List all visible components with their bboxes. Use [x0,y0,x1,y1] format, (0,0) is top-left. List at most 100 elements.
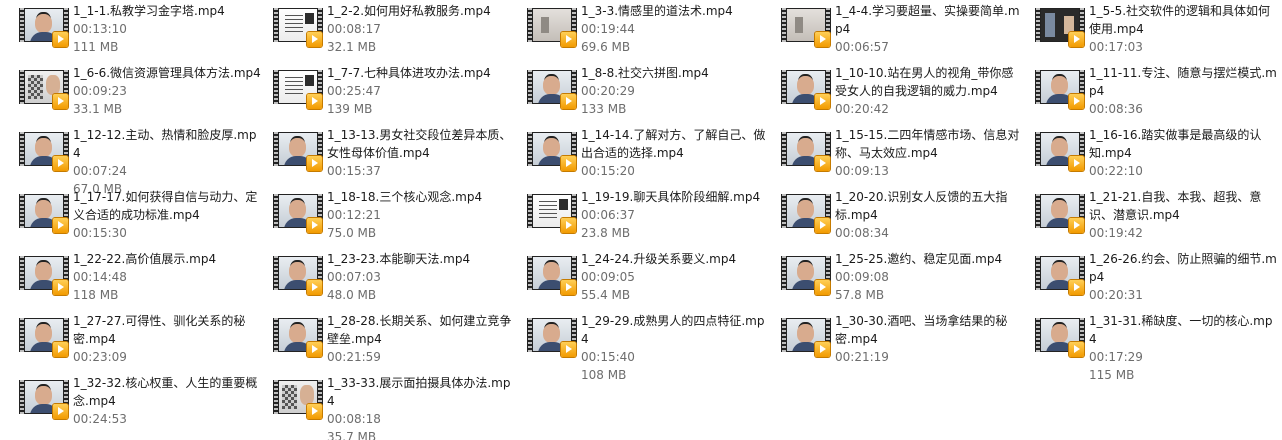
file-item[interactable]: 1_17-17.如何获得自信与动力、定义合适的成功标准.mp4 00:15:30 [2,188,257,244]
file-item[interactable]: 1_20-20.识别女人反馈的五大指标.mp4 00:08:34 [764,188,1018,244]
file-info: 1_29-29.成熟男人的四点特征.mp4 00:15:40 108 MB [581,312,769,384]
video-thumbnail [781,8,831,47]
file-info: 1_28-28.长期关系、如何建立竞争壁垒.mp4 00:21:59 [327,312,515,366]
file-name: 1_7-7.七种具体进攻办法.mp4 [327,66,491,80]
video-thumbnail [527,318,577,357]
film-perforation [782,8,786,42]
video-thumbnail [19,318,69,357]
file-item[interactable]: 1_13-13.男女社交段位差异本质、女性母体价值.mp4 00:15:37 [256,126,511,182]
file-duration: 00:15:30 [73,226,127,240]
play-icon [815,94,830,109]
file-item[interactable]: 1_27-27.可得性、驯化关系的秘密.mp4 00:23:09 [2,312,256,368]
file-item[interactable]: 1_3-3.情感里的道法术.mp4 00:19:44 69.6 MB [510,2,764,58]
file-item[interactable]: 1_14-14.了解对方、了解自己、做出合适的选择.mp4 00:15:20 [510,126,765,182]
file-info: 1_22-22.高价值展示.mp4 00:14:48 118 MB [73,250,261,304]
file-info: 1_2-2.如何用好私教服务.mp4 00:08:17 32.1 MB [327,2,515,56]
play-icon [53,156,68,171]
play-icon [53,94,68,109]
file-duration: 00:15:40 [581,350,635,364]
file-duration: 00:07:03 [327,270,381,284]
film-perforation [782,132,786,166]
file-size: 111 MB [73,40,119,54]
file-duration: 00:17:29 [1089,350,1143,364]
file-duration: 00:20:31 [1089,288,1143,302]
file-info: 1_8-8.社交六拼图.mp4 00:20:29 133 MB [581,64,769,118]
play-icon [307,280,322,295]
file-item[interactable]: 1_7-7.七种具体进攻办法.mp4 00:25:47 139 MB [256,64,510,120]
file-item[interactable]: 1_25-25.邀约、稳定见面.mp4 00:09:08 57.8 MB [764,250,1018,306]
file-info: 1_10-10.站在男人的视角_带你感受女人的自我逻辑的威力.mp4 00:20:… [835,64,1023,118]
video-thumbnail [527,70,577,109]
film-perforation [20,70,24,104]
file-item[interactable]: 1_12-12.主动、热情和脸皮厚.mp4 00:07:24 67.0 MB [2,126,256,196]
file-duration: 00:07:24 [73,164,127,178]
film-perforation [528,70,532,104]
film-perforation [528,318,532,352]
file-name: 1_19-19.聊天具体阶段细解.mp4 [581,190,761,204]
file-item[interactable]: 1_15-15.二四年情感市场、信息对称、马太效应.mp4 00:09:13 [764,126,1019,182]
film-perforation [20,8,24,42]
play-icon [561,218,576,233]
play-icon [53,404,68,419]
file-name: 1_31-31.稀缺度、一切的核心.mp4 [1089,314,1273,346]
file-item[interactable]: 1_23-23.本能聊天法.mp4 00:07:03 48.0 MB [256,250,510,306]
film-perforation [274,132,278,166]
file-item[interactable]: 1_31-31.稀缺度、一切的核心.mp4 00:17:29 115 MB [1018,312,1272,382]
file-item[interactable]: 1_29-29.成熟男人的四点特征.mp4 00:15:40 108 MB [510,312,764,382]
file-info: 1_31-31.稀缺度、一切的核心.mp4 00:17:29 115 MB [1089,312,1277,384]
file-size: 139 MB [327,102,373,116]
file-item[interactable]: 1_19-19.聊天具体阶段细解.mp4 00:06:37 23.8 MB [510,188,764,244]
file-item[interactable]: 1_26-26.约会、防止照骗的细节.mp4 00:20:31 [1018,250,1277,306]
play-icon [307,404,322,419]
file-item[interactable]: 1_21-21.自我、本我、超我、意识、潜意识.mp4 00:19:42 [1018,188,1272,244]
file-item[interactable]: 1_5-5.社交软件的逻辑和具体如何使用.mp4 00:17:03 [1018,2,1272,58]
file-duration: 00:22:10 [1089,164,1143,178]
file-item[interactable]: 1_16-16.踏实做事是最高级的认知.mp4 00:22:10 [1018,126,1272,182]
file-name: 1_21-21.自我、本我、超我、意识、潜意识.mp4 [1089,190,1262,222]
file-item[interactable]: 1_10-10.站在男人的视角_带你感受女人的自我逻辑的威力.mp4 00:20:… [764,64,1018,120]
play-icon [1069,342,1084,357]
file-item[interactable]: 1_18-18.三个核心观念.mp4 00:12:21 75.0 MB [256,188,510,244]
video-thumbnail [1035,70,1085,109]
film-perforation [20,318,24,352]
file-item[interactable]: 1_28-28.长期关系、如何建立竞争壁垒.mp4 00:21:59 [256,312,511,368]
file-item[interactable]: 1_8-8.社交六拼图.mp4 00:20:29 133 MB [510,64,764,120]
file-info: 1_17-17.如何获得自信与动力、定义合适的成功标准.mp4 00:15:30 [73,188,261,242]
file-duration: 00:15:20 [581,164,635,178]
file-size: 118 MB [73,288,119,302]
file-name: 1_12-12.主动、热情和脸皮厚.mp4 [73,128,257,160]
file-name: 1_28-28.长期关系、如何建立竞争壁垒.mp4 [327,314,512,346]
video-thumbnail [273,132,323,171]
file-name: 1_8-8.社交六拼图.mp4 [581,66,709,80]
file-info: 1_21-21.自我、本我、超我、意识、潜意识.mp4 00:19:42 [1089,188,1277,242]
file-duration: 00:14:48 [73,270,127,284]
file-item[interactable]: 1_11-11.专注、随意与摆烂模式.mp4 00:08:36 [1018,64,1277,120]
play-icon [815,32,830,47]
film-perforation [528,194,532,228]
file-duration: 00:09:08 [835,270,889,284]
file-item[interactable]: 1_2-2.如何用好私教服务.mp4 00:08:17 32.1 MB [256,2,510,58]
file-item[interactable]: 1_4-4.学习要超量、实操要简单.mp4 00:06:57 [764,2,1020,58]
film-perforation [782,318,786,352]
file-info: 1_33-33.展示面拍摄具体办法.mp4 00:08:18 35.7 MB [327,374,515,440]
file-duration: 00:23:09 [73,350,127,364]
file-item[interactable]: 1_30-30.酒吧、当场拿结果的秘密.mp4 00:21:19 [764,312,1018,368]
file-item[interactable]: 1_6-6.微信资源管理具体方法.mp4 00:09:23 33.1 MB [2,64,261,120]
file-size: 69.6 MB [581,40,631,54]
file-item[interactable]: 1_33-33.展示面拍摄具体办法.mp4 00:08:18 35.7 MB [256,374,510,440]
film-perforation [20,194,24,228]
film-perforation [274,8,278,42]
play-icon [561,280,576,295]
file-item[interactable]: 1_22-22.高价值展示.mp4 00:14:48 118 MB [2,250,256,306]
play-icon [815,280,830,295]
file-size: 35.7 MB [327,430,377,440]
file-duration: 00:19:44 [581,22,635,36]
file-item[interactable]: 1_24-24.升级关系要义.mp4 00:09:05 55.4 MB [510,250,764,306]
video-thumbnail [1035,318,1085,357]
film-perforation [20,380,24,414]
file-size: 48.0 MB [327,288,377,302]
file-item[interactable]: 1_1-1.私教学习金字塔.mp4 00:13:10 111 MB [2,2,256,58]
file-size: 55.4 MB [581,288,631,302]
file-duration: 00:24:53 [73,412,127,426]
file-item[interactable]: 1_32-32.核心权重、人生的重要概念.mp4 00:24:53 [2,374,257,430]
